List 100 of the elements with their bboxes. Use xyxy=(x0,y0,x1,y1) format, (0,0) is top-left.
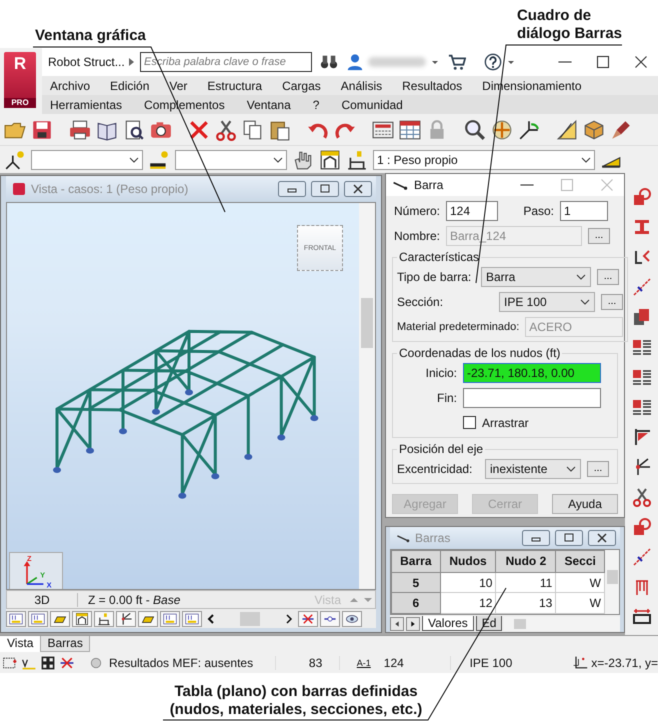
vertical-scrollbar[interactable] xyxy=(605,550,619,614)
section-list-icon[interactable] xyxy=(632,337,652,357)
start-coordinates-field[interactable]: -23.71, 180.18, 0.00 xyxy=(463,362,601,382)
section-dropdown[interactable]: IPE 100 xyxy=(499,292,595,312)
cursor-coordinates: x=-23.71, y= xyxy=(591,656,658,670)
crossed-link-icon[interactable] xyxy=(59,654,75,670)
plane-label[interactable]: Z = 0.00 ft - Base xyxy=(78,592,315,606)
save-icon[interactable] xyxy=(31,118,53,140)
zoom-icon[interactable] xyxy=(464,118,486,140)
grid-icon[interactable] xyxy=(40,654,56,670)
menu-item[interactable]: Estructura xyxy=(207,78,262,92)
delete-icon[interactable] xyxy=(188,118,210,140)
brush-icon[interactable] xyxy=(610,118,632,140)
dashed-line-icon[interactable] xyxy=(632,547,652,567)
ruler-icon[interactable] xyxy=(556,118,578,140)
node-link-icon[interactable] xyxy=(518,118,540,140)
dialog-button[interactable]: Ayuda xyxy=(552,494,618,514)
solids-icon[interactable] xyxy=(632,307,652,327)
preview-icon[interactable] xyxy=(123,118,145,140)
sheet-tab[interactable]: Valores xyxy=(422,616,474,631)
bar-type-dropdown[interactable]: Barra xyxy=(481,266,591,286)
menu-item[interactable]: Herramientas xyxy=(50,98,122,112)
drag-checkbox[interactable] xyxy=(463,416,476,429)
scissors-icon[interactable] xyxy=(632,487,652,507)
section-list-icon[interactable] xyxy=(632,397,652,417)
menu-item[interactable]: Ver xyxy=(169,78,188,92)
label-icon[interactable] xyxy=(28,610,48,626)
support-icon[interactable] xyxy=(632,187,652,207)
menu-item[interactable]: Comunidad xyxy=(341,98,403,112)
frame-icon[interactable] xyxy=(72,610,92,626)
user-icon[interactable] xyxy=(346,53,364,71)
scissors-icon[interactable] xyxy=(215,118,237,140)
browse-button[interactable]: ... xyxy=(601,294,623,310)
app-icon xyxy=(12,182,26,196)
spreadsheet-icon[interactable] xyxy=(399,118,421,140)
binoculars-icon[interactable] xyxy=(320,53,338,71)
bar-icon[interactable] xyxy=(148,148,170,170)
label-icon[interactable] xyxy=(6,610,26,626)
callout-label: Cuadro de diálogo Barras xyxy=(516,7,622,43)
browse-button[interactable]: ... xyxy=(597,268,619,284)
column-header[interactable]: Barra xyxy=(392,550,440,572)
menu-item[interactable]: ? xyxy=(312,98,320,112)
menu-item[interactable]: Resultados xyxy=(402,78,462,92)
menu-item[interactable]: Edición xyxy=(110,78,150,92)
logo-badge: PRO xyxy=(4,98,36,108)
view-mode-label[interactable]: 3D xyxy=(7,592,78,606)
bar-number: 124 xyxy=(378,656,451,670)
caret-icon xyxy=(581,154,591,164)
callout-label: Tabla (plano) con barras definidas (nudos, materiales, secciones, etc.) xyxy=(168,683,424,719)
pan-icon[interactable] xyxy=(491,118,513,140)
copy-icon[interactable] xyxy=(242,118,264,140)
support-icon[interactable] xyxy=(632,517,652,537)
caret-icon xyxy=(580,296,590,306)
scroll-thumb[interactable] xyxy=(240,612,260,626)
browse-button[interactable]: ... xyxy=(587,460,609,476)
measure-icon[interactable] xyxy=(632,607,652,627)
app-title: Robot Struct... xyxy=(48,55,122,69)
plate-icon[interactable] xyxy=(50,610,70,626)
number-field[interactable]: 124 xyxy=(446,200,498,220)
load-case-dropdown[interactable]: 1 : Peso propio xyxy=(373,150,595,170)
column-header[interactable]: Secci xyxy=(556,550,604,572)
window-tab[interactable]: Barras xyxy=(40,636,90,652)
menu-item[interactable]: Cargas xyxy=(282,78,321,92)
end-coordinates-field[interactable] xyxy=(463,388,601,408)
expand-icon[interactable] xyxy=(126,57,136,67)
vertical-scrollbar[interactable] xyxy=(359,203,375,589)
bar-dropdown[interactable] xyxy=(175,150,287,170)
field-label: Excentricidad: xyxy=(397,462,474,476)
label-icon[interactable] xyxy=(160,610,180,626)
column-header[interactable]: Nudo 2 xyxy=(496,550,556,572)
eccentricity-dropdown[interactable]: inexistente xyxy=(485,458,581,478)
help-icon[interactable] xyxy=(484,53,502,71)
frame-icon[interactable] xyxy=(319,148,341,170)
menu-item[interactable]: Archivo xyxy=(50,78,90,92)
app-logo[interactable]: R PRO xyxy=(4,52,36,108)
cube-icon[interactable] xyxy=(583,118,605,140)
link-icon[interactable] xyxy=(320,610,340,626)
eye-icon[interactable] xyxy=(342,610,362,626)
section-list-icon[interactable] xyxy=(632,367,652,387)
step-field[interactable]: 1 xyxy=(560,200,608,220)
logo-letter: R xyxy=(14,54,26,74)
load-icon[interactable] xyxy=(346,148,368,170)
column-header[interactable]: Nudos xyxy=(440,550,496,572)
node-dropdown[interactable] xyxy=(31,150,143,170)
plate-icon[interactable] xyxy=(138,610,158,626)
window-title: Barras xyxy=(415,531,450,545)
coordinate-axes-icon xyxy=(572,654,588,670)
label-icon[interactable] xyxy=(182,610,202,626)
row-header: 5 xyxy=(392,572,440,593)
cart-icon[interactable] xyxy=(448,53,466,71)
dashed-line-icon[interactable] xyxy=(632,277,652,297)
angle-icon[interactable] xyxy=(116,610,136,626)
node-icon[interactable] xyxy=(4,148,26,170)
printer-icon[interactable] xyxy=(69,118,91,140)
crossed-link-icon[interactable] xyxy=(298,610,318,626)
menu-item[interactable]: Ventana xyxy=(246,98,291,112)
menu-item[interactable]: Análisis xyxy=(340,78,382,92)
window-tab[interactable]: Vista xyxy=(0,636,40,652)
caret-icon xyxy=(129,154,139,164)
load-icon[interactable] xyxy=(94,610,114,626)
